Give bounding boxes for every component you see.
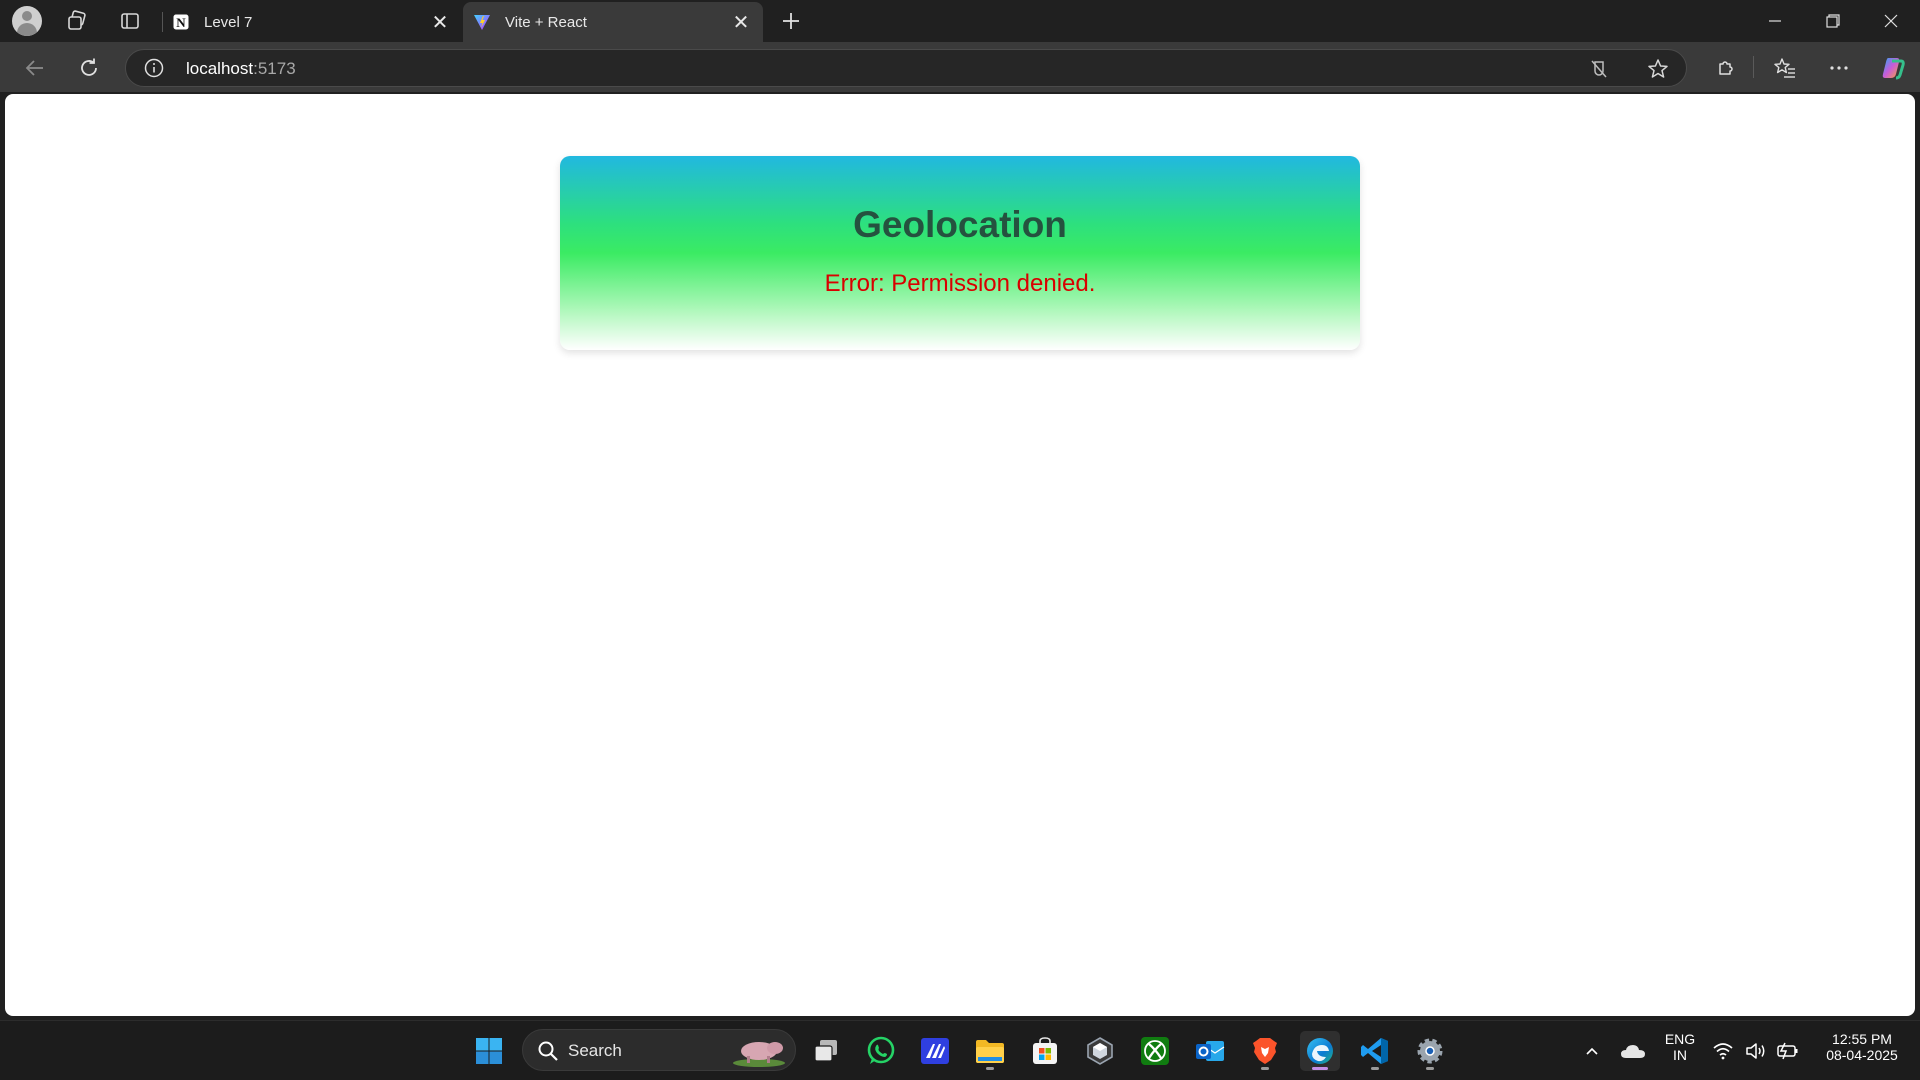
clock-date: 08-04-2025 [1826, 1047, 1898, 1063]
refresh-button[interactable] [73, 52, 105, 84]
battery-icon[interactable] [1771, 1031, 1803, 1071]
settings-icon[interactable] [1410, 1031, 1450, 1071]
running-indicator [1426, 1067, 1434, 1070]
close-tab-icon[interactable]: ✕ [729, 10, 753, 34]
close-tab-icon[interactable]: ✕ [428, 10, 452, 34]
unity-icon[interactable] [1080, 1031, 1120, 1071]
file-explorer-icon[interactable] [970, 1031, 1010, 1071]
task-view-icon[interactable] [806, 1031, 846, 1071]
extensions-icon[interactable] [1709, 52, 1741, 84]
url-text[interactable]: localhost:5173 [186, 59, 296, 79]
xbox-icon[interactable] [1135, 1031, 1175, 1071]
notion-icon: N [172, 13, 190, 31]
running-indicator [1371, 1067, 1379, 1070]
clock[interactable]: 12:55 PM 08-04-2025 [1812, 1031, 1912, 1063]
back-button[interactable] [19, 52, 51, 84]
tracking-prevention-icon[interactable] [1588, 58, 1610, 80]
svg-text:N: N [176, 15, 186, 30]
tab-title: Level 7 [204, 13, 253, 31]
site-info-icon[interactable] [144, 58, 164, 78]
edge-icon[interactable] [1300, 1031, 1340, 1071]
search-highlight-image [731, 1034, 787, 1073]
favorites-icon[interactable] [1769, 52, 1801, 84]
geolocation-card: Geolocation Error: Permission denied. [560, 156, 1360, 350]
language-indicator[interactable]: ENG IN [1656, 1031, 1704, 1063]
volume-icon[interactable] [1740, 1031, 1772, 1071]
taskbar-search[interactable]: Search [522, 1029, 796, 1071]
page-title: Geolocation [853, 204, 1067, 245]
vite-icon [473, 13, 491, 31]
show-hidden-icons-chevron-icon[interactable] [1572, 1031, 1612, 1071]
outlook-icon[interactable] [1190, 1031, 1230, 1071]
vertical-tabs-icon[interactable] [115, 6, 145, 36]
windows-taskbar: Search ENG IN 12:55 PM 08-04-2025 [0, 1020, 1920, 1080]
language-code: ENG [1664, 1031, 1696, 1047]
favorite-star-icon[interactable] [1647, 58, 1669, 80]
app-icon[interactable] [915, 1031, 955, 1071]
windows-start-icon[interactable] [469, 1031, 509, 1071]
page-viewport: Geolocation Error: Permission denied. [5, 94, 1915, 1016]
tab-level-7[interactable]: N Level 7 ✕ [162, 2, 462, 42]
new-tab-button[interactable] [776, 6, 806, 36]
address-bar[interactable]: localhost:5173 [125, 49, 1687, 87]
search-icon [537, 1040, 559, 1067]
onedrive-cloud-icon[interactable] [1613, 1031, 1653, 1071]
running-indicator [1312, 1067, 1328, 1070]
brave-icon[interactable] [1245, 1031, 1285, 1071]
vscode-icon[interactable] [1355, 1031, 1395, 1071]
running-indicator [986, 1067, 994, 1070]
tab-title: Vite + React [505, 13, 587, 31]
whatsapp-icon[interactable] [861, 1031, 901, 1071]
more-menu-icon[interactable] [1823, 52, 1855, 84]
close-window-button[interactable] [1862, 0, 1920, 42]
search-label: Search [568, 1041, 622, 1060]
copilot-icon[interactable] [1877, 52, 1909, 84]
restore-button[interactable] [1804, 0, 1862, 42]
tab-vite-react[interactable]: Vite + React ✕ [463, 2, 763, 42]
browser-tab-bar: N Level 7 ✕ Vite + React ✕ [0, 0, 1920, 42]
workspaces-icon[interactable] [62, 6, 92, 36]
browser-toolbar: localhost:5173 [0, 42, 1920, 92]
toolbar-separator [1753, 56, 1754, 78]
minimize-button[interactable] [1746, 0, 1804, 42]
microsoft-store-icon[interactable] [1025, 1031, 1065, 1071]
running-indicator [1261, 1067, 1269, 1070]
region-code: IN [1673, 1047, 1687, 1063]
error-message: Error: Permission denied. [824, 270, 1096, 297]
url-host: localhost [186, 59, 254, 78]
clock-time: 12:55 PM [1832, 1031, 1892, 1047]
wifi-icon[interactable] [1707, 1031, 1739, 1071]
url-port: :5173 [253, 59, 296, 78]
profile-avatar[interactable] [12, 6, 42, 36]
